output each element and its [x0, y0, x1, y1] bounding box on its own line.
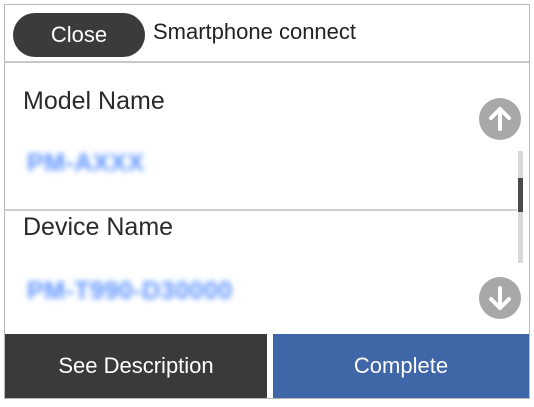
divider [5, 209, 517, 211]
scrollbar[interactable] [518, 151, 523, 263]
arrow-up-icon [489, 107, 511, 131]
see-description-button[interactable]: See Description [5, 334, 267, 398]
device-name-label: Device Name [23, 213, 174, 241]
device-name-value: PM-T990-D30000 [27, 277, 233, 305]
page-title: Smartphone connect [153, 19, 357, 44]
info-list: Model Name PM-AXXX Device Name PM-T990-D… [5, 63, 529, 334]
complete-button[interactable]: Complete [273, 334, 529, 398]
model-name-label: Model Name [23, 87, 165, 115]
scrollbar-thumb[interactable] [518, 178, 523, 212]
model-name-value: PM-AXXX [27, 149, 145, 177]
arrow-down-icon [489, 286, 511, 310]
header-bar: Close Smartphone connect [5, 5, 529, 63]
smartphone-connect-screen: Close Smartphone connect Model Name PM-A… [4, 4, 530, 399]
scroll-up-button[interactable] [479, 98, 521, 140]
footer-bar: See Description Complete [5, 334, 529, 398]
close-button[interactable]: Close [13, 13, 145, 57]
scroll-down-button[interactable] [479, 277, 521, 319]
